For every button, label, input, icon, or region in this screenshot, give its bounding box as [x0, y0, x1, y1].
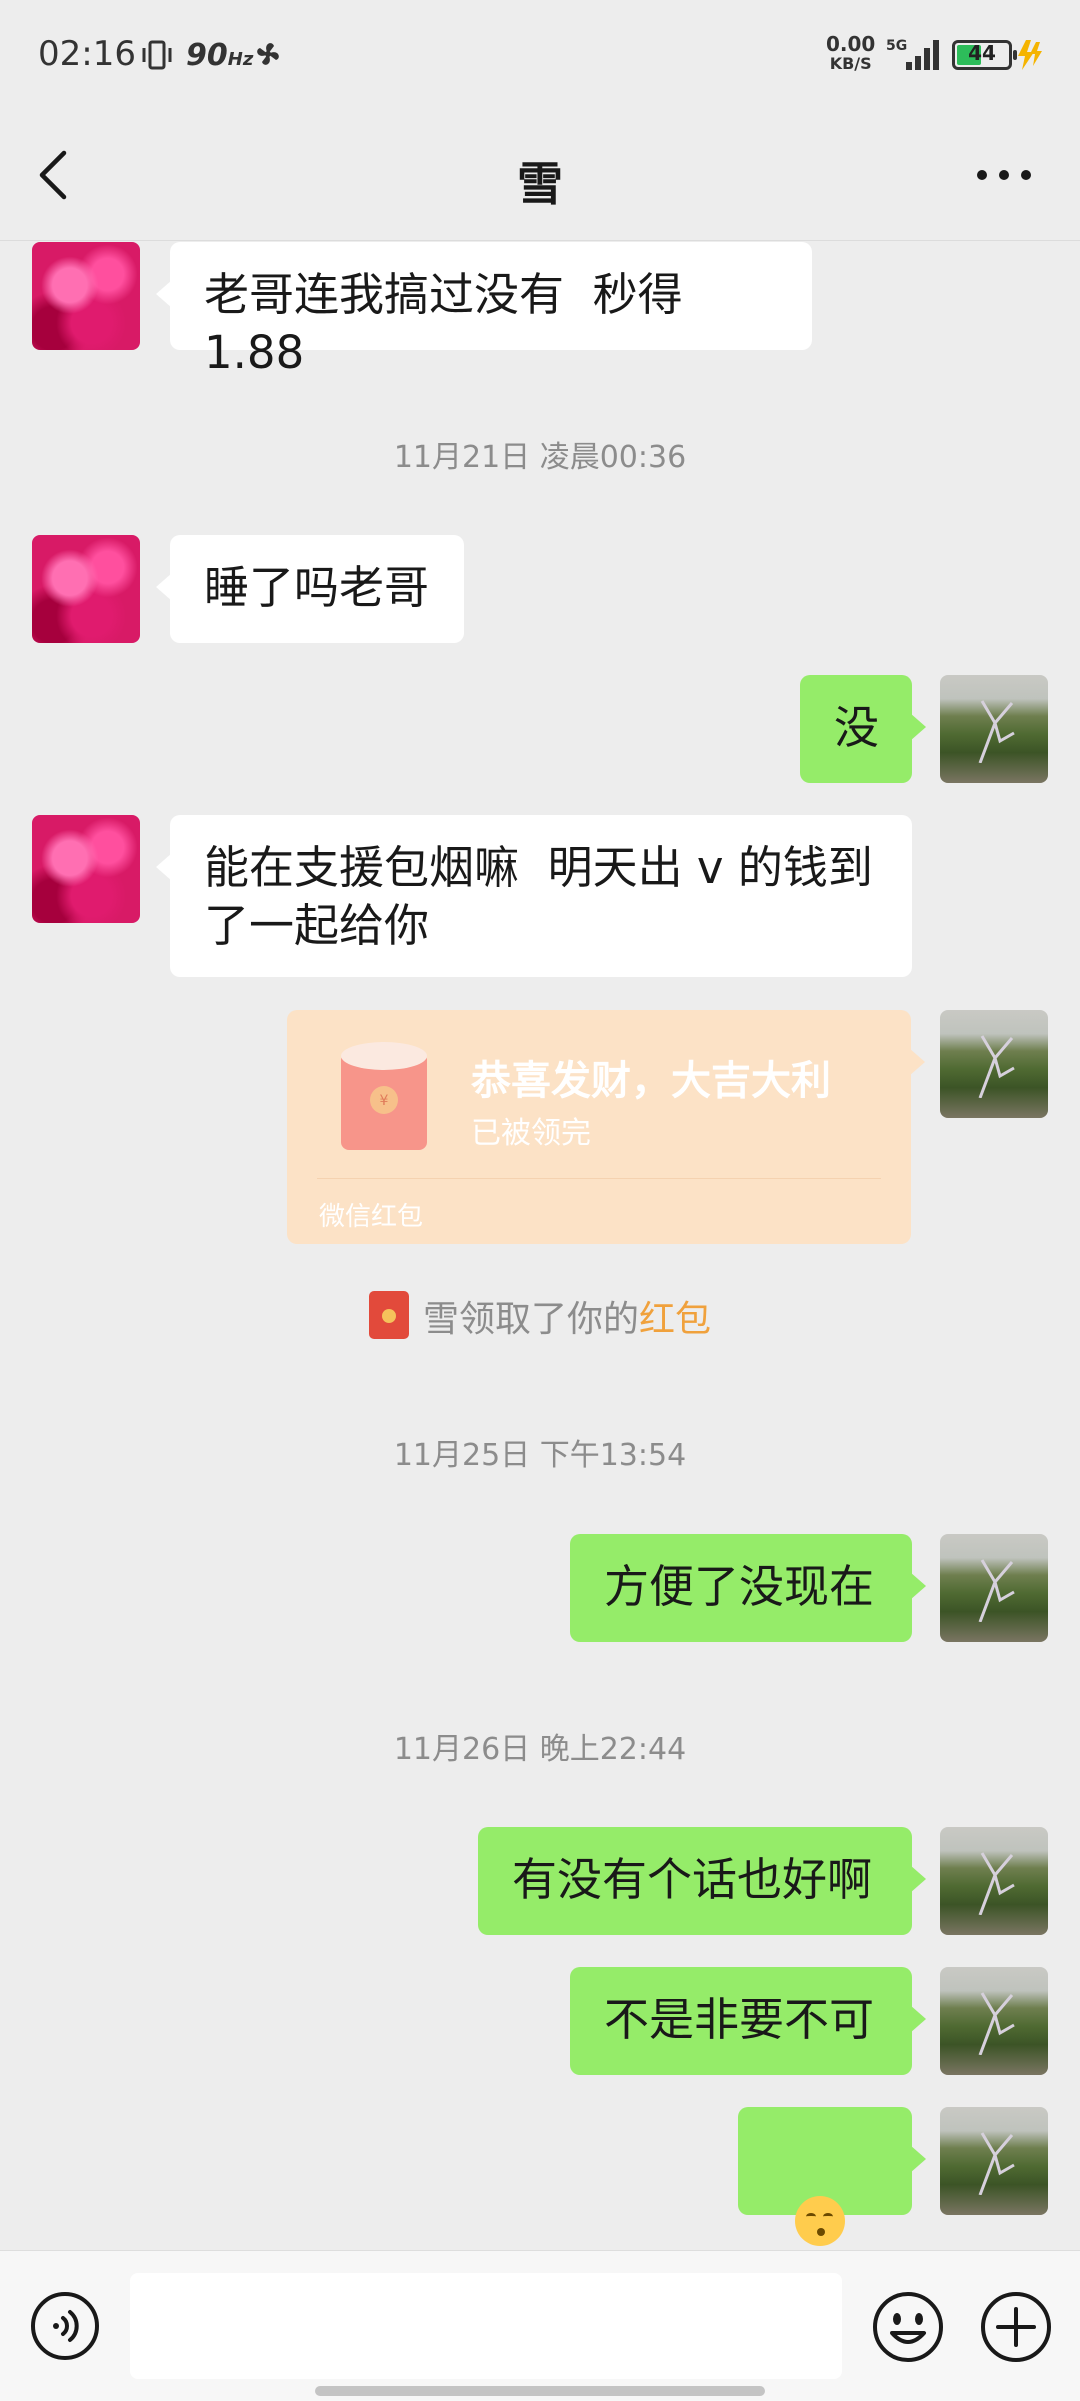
status-time: 02:16: [38, 34, 136, 74]
input-bar: [0, 2250, 1080, 2401]
message-timestamp: 11月21日 凌晨00:36: [393, 440, 687, 475]
message-bubble-outgoing[interactable]: [738, 2107, 926, 2304]
message-bubble-incoming[interactable]: 睡了吗老哥: [156, 535, 464, 643]
my-avatar[interactable]: [940, 1534, 1048, 1642]
tree-branch-graphic: [978, 2132, 1015, 2195]
red-packet-card[interactable]: ¥ 恭喜发财，大吉大利 已被领完 微信红包: [287, 1010, 925, 1244]
battery-icon: 44: [952, 40, 1017, 70]
my-avatar[interactable]: [940, 1827, 1048, 1935]
more-icon[interactable]: [972, 160, 1036, 190]
fan-icon: [257, 43, 279, 65]
message-bubble-outgoing[interactable]: 方便了没现在: [570, 1534, 926, 1642]
message-input[interactable]: [130, 2273, 842, 2379]
my-avatar[interactable]: [940, 2107, 1048, 2215]
kissing-face-emoji-icon: [794, 2196, 845, 2246]
divider: [317, 1178, 881, 1179]
tree-branch-graphic: [978, 1852, 1015, 1915]
refresh-rate: 90Hz: [186, 38, 254, 73]
red-packet-link[interactable]: 红包: [639, 1299, 711, 1340]
network-speed: 0.00 KB/S: [826, 32, 876, 73]
contact-avatar[interactable]: [32, 815, 140, 923]
emoji-icon[interactable]: [872, 2291, 944, 2363]
red-packet-label: 微信红包: [319, 1202, 424, 1232]
tree-branch-graphic: [978, 1035, 1015, 1098]
tree-branch-graphic: [978, 1559, 1015, 1622]
vibrate-icon: [142, 40, 172, 70]
voice-input-icon[interactable]: [30, 2291, 100, 2361]
red-packet-small-icon: [368, 1291, 409, 1339]
message-timestamp: 11月25日 下午13:54: [393, 1438, 687, 1473]
message-timestamp: 11月26日 晚上22:44: [393, 1732, 687, 1767]
my-avatar[interactable]: [940, 1010, 1048, 1118]
message-bubble-outgoing[interactable]: 没: [800, 675, 926, 783]
my-avatar[interactable]: [940, 675, 1048, 783]
message-bubble-outgoing[interactable]: 有没有个话也好啊: [478, 1827, 926, 1935]
chat-header: 雪: [0, 110, 1080, 241]
red-packet-icon: ¥: [341, 1042, 427, 1150]
tree-branch-graphic: [978, 700, 1015, 763]
tree-branch-graphic: [978, 1992, 1015, 2055]
charging-icon: [1018, 40, 1042, 70]
red-packet-title: 恭喜发财，大吉大利: [471, 1058, 831, 1104]
svg-text:¥: ¥: [380, 1093, 389, 1109]
red-packet-status: 已被领完: [471, 1116, 591, 1151]
home-indicator[interactable]: [315, 2386, 765, 2396]
system-notice: 雪领取了你的红包: [0, 1290, 1080, 1342]
status-bar: 02:16 90Hz 0.00 KB/S 5G 44: [0, 0, 1080, 110]
chat-title: 雪: [517, 157, 563, 211]
plus-icon[interactable]: [980, 2291, 1052, 2363]
contact-avatar[interactable]: [32, 242, 140, 350]
signal-icon: 5G: [886, 38, 939, 70]
my-avatar[interactable]: [940, 1967, 1048, 2075]
svg-text:5G: 5G: [886, 38, 907, 54]
message-bubble-incoming[interactable]: 老哥连我搞过没有 秒得 1.88: [156, 242, 812, 379]
message-bubble-incoming[interactable]: 能在支援包烟嘛 明天出 v 的钱到 了一起给你: [156, 815, 912, 977]
contact-avatar[interactable]: [32, 535, 140, 643]
message-bubble-outgoing[interactable]: 不是非要不可: [570, 1967, 926, 2075]
